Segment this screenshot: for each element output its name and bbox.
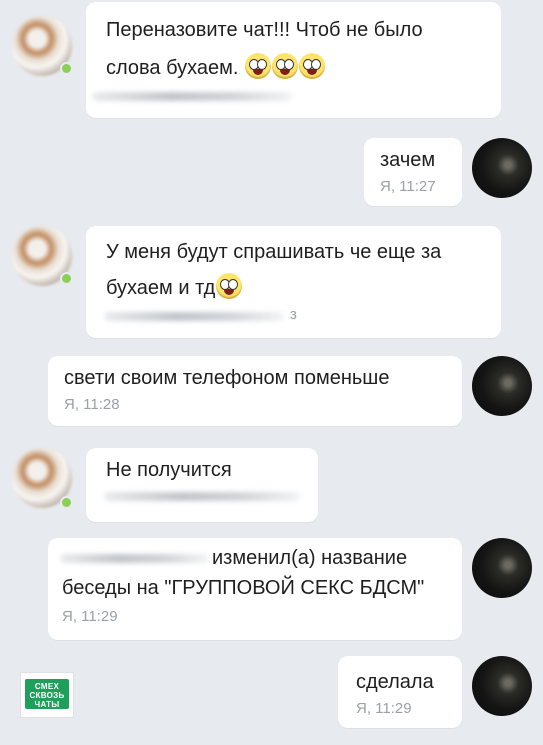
blurred-user-name [60, 554, 208, 563]
message-text-line: Не получится [106, 459, 232, 481]
astonished-face-icon [216, 273, 243, 299]
blurred-meta [104, 312, 284, 321]
online-indicator-icon [60, 272, 73, 285]
message-text-fragment: слова бухаем. [106, 57, 239, 79]
blurred-meta [92, 92, 292, 101]
message-text-fragment: бухаем и тд [106, 277, 216, 299]
message-meta: Я, 11:29 [62, 608, 118, 625]
message-text-line: свети своим телефоном поменьше [64, 367, 390, 389]
blurred-meta [104, 492, 300, 501]
message-text-line: зачем [380, 149, 436, 171]
message-text-line: У меня будут спрашивать че еще за [106, 241, 442, 263]
watermark-line: СКВОЗЬ [29, 691, 65, 700]
message-meta-partial: з [290, 306, 297, 323]
watermark-logo: СМЕХ СКВОЗЬ ЧАТЫ [20, 672, 74, 718]
my-avatar[interactable] [472, 656, 532, 716]
astonished-face-icon [272, 53, 299, 79]
watermark-line: СМЕХ [34, 682, 60, 691]
watermark-line: ЧАТЫ [34, 700, 60, 709]
my-avatar[interactable] [472, 356, 532, 416]
online-indicator-icon [60, 496, 73, 509]
message-meta: Я, 11:28 [64, 396, 120, 413]
message-text-line: бухаем и тд [106, 270, 243, 307]
my-avatar[interactable] [472, 538, 532, 598]
message-meta: Я, 11:27 [380, 178, 436, 195]
message-text-line: Переназовите чат!!! Чтоб не было [106, 19, 423, 41]
message-text-line: слова бухаем. [106, 50, 326, 87]
message-text-line: сделала [356, 671, 434, 693]
astonished-face-icon [245, 53, 272, 79]
astonished-face-icon [299, 53, 326, 79]
message-meta: Я, 11:29 [356, 700, 412, 717]
my-avatar[interactable] [472, 138, 532, 198]
message-text-line: беседы на "ГРУППОВОЙ СЕКС БДСМ" [62, 577, 425, 599]
online-indicator-icon [60, 62, 73, 75]
